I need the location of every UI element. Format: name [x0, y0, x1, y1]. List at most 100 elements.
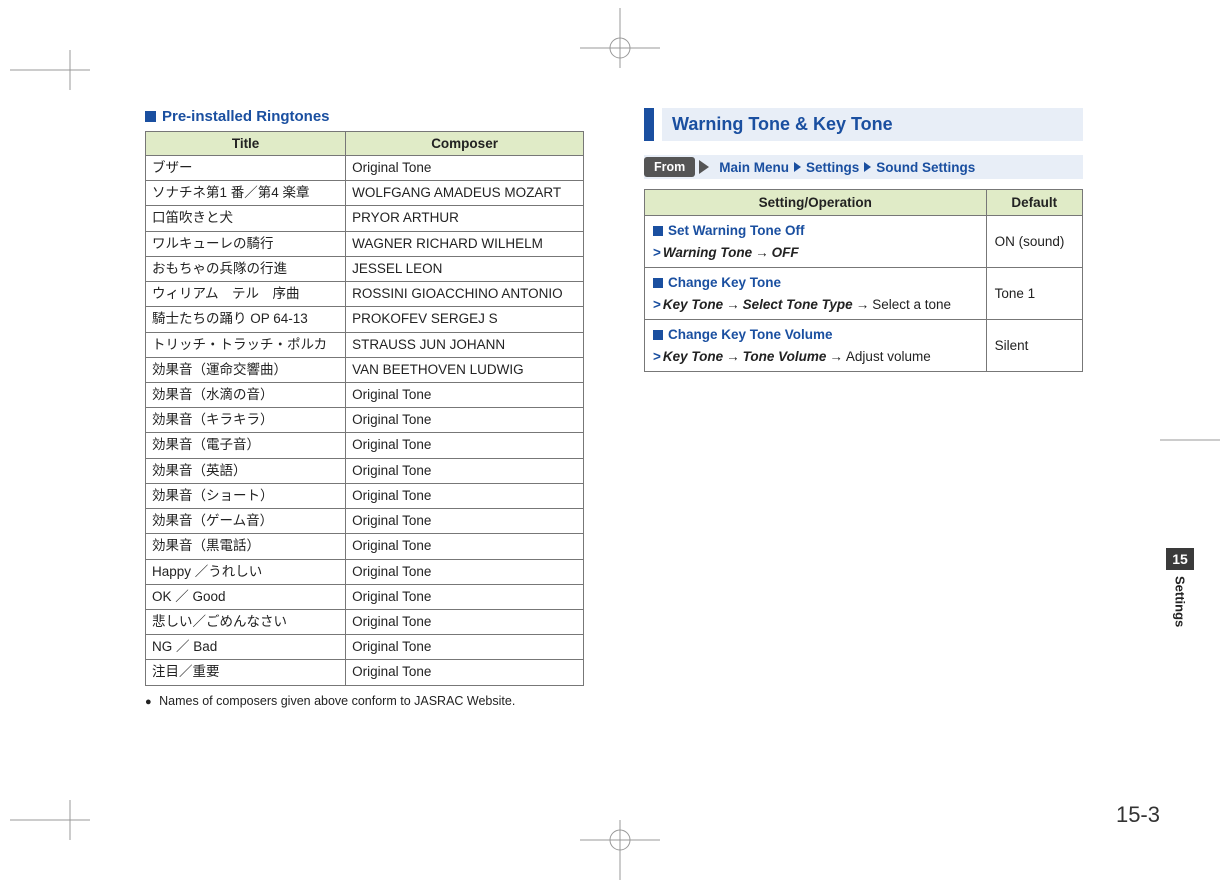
composer-note: ● Names of composers given above conform…	[145, 694, 584, 708]
setting-operation-cell: Change Key Tone Volume>Key Tone→Tone Vol…	[645, 320, 987, 372]
ringtone-composer: Original Tone	[346, 483, 584, 508]
triangle-right-icon	[699, 160, 709, 174]
from-badge: From	[644, 157, 695, 177]
table-row: NG ／ BadOriginal Tone	[146, 635, 584, 660]
ringtone-title: 効果音（水滴の音）	[146, 382, 346, 407]
ringtone-composer: ROSSINI GIOACCHINO ANTONIO	[346, 282, 584, 307]
ringtone-composer: JESSEL LEON	[346, 256, 584, 281]
ringtone-title: OK ／ Good	[146, 584, 346, 609]
ringtone-composer: Original Tone	[346, 458, 584, 483]
arrow-right-icon: →	[829, 349, 843, 364]
table-row: 口笛吹きと犬PRYOR ARTHUR	[146, 206, 584, 231]
table-row: 騎士たちの踊り OP 64-13PROKOFEV SERGEJ S	[146, 307, 584, 332]
square-bullet-icon	[145, 111, 156, 122]
bullet-icon: ●	[145, 696, 152, 708]
ringtone-composer: Original Tone	[346, 609, 584, 634]
ringtone-title: ワルキューレの騎行	[146, 231, 346, 256]
arrow-right-icon: →	[726, 297, 740, 312]
ringtones-table: Title Composer ブザーOriginal Toneソナチネ第1 番／…	[145, 131, 584, 686]
triangle-sep-icon	[794, 162, 801, 172]
table-row: ブザーOriginal Tone	[146, 156, 584, 181]
arrow-right-icon: →	[856, 297, 870, 312]
table-row: ウィリアム テル 序曲ROSSINI GIOACCHINO ANTONIO	[146, 282, 584, 307]
path-tail: Adjust volume	[846, 349, 931, 364]
ringtone-title: ブザー	[146, 156, 346, 181]
ringtone-composer: PRYOR ARTHUR	[346, 206, 584, 231]
ringtone-composer: Original Tone	[346, 509, 584, 534]
ringtone-composer: Original Tone	[346, 584, 584, 609]
table-row: 効果音（運命交響曲）VAN BEETHOVEN LUDWIG	[146, 357, 584, 382]
ringtone-composer: Original Tone	[346, 433, 584, 458]
ringtone-composer: WAGNER RICHARD WILHELM	[346, 231, 584, 256]
table-row: 効果音（キラキラ）Original Tone	[146, 408, 584, 433]
table-row: 効果音（ゲーム音）Original Tone	[146, 509, 584, 534]
arrow-right-icon: →	[755, 245, 769, 260]
table-row: 注目／重要Original Tone	[146, 660, 584, 685]
table-row: Happy ／うれしいOriginal Tone	[146, 559, 584, 584]
chapter-label: Settings	[1173, 570, 1188, 633]
setting-operation-cell: Set Warning Tone Off>Warning Tone→OFF	[645, 216, 987, 268]
default-value: Silent	[986, 320, 1082, 372]
table-row: 効果音（ショート）Original Tone	[146, 483, 584, 508]
table-row: 効果音（英語）Original Tone	[146, 458, 584, 483]
operation-path: >Key Tone→Tone Volume→Adjust volume	[653, 347, 978, 367]
ringtone-title: 効果音（ゲーム音）	[146, 509, 346, 534]
ringtone-title: 効果音（運命交響曲）	[146, 357, 346, 382]
ringtone-composer: Original Tone	[346, 534, 584, 559]
operation-heading-text: Change Key Tone Volume	[668, 325, 833, 345]
crumb-settings: Settings	[806, 160, 859, 175]
operation-heading: Change Key Tone	[653, 273, 978, 293]
ringtone-title: NG ／ Bad	[146, 635, 346, 660]
composer-note-text: Names of composers given above conform t…	[159, 694, 515, 708]
ringtone-composer: Original Tone	[346, 635, 584, 660]
ringtone-composer: Original Tone	[346, 660, 584, 685]
table-row: 効果音（黒電話）Original Tone	[146, 534, 584, 559]
square-bullet-icon	[653, 226, 663, 236]
chevron-right-icon: >	[653, 297, 661, 312]
table-row: Set Warning Tone Off>Warning Tone→OFFON …	[645, 216, 1083, 268]
chapter-number: 15	[1166, 548, 1194, 570]
breadcrumb-line: From Main Menu Settings Sound Settings	[644, 155, 1083, 179]
ringtone-title: ウィリアム テル 序曲	[146, 282, 346, 307]
default-value: Tone 1	[986, 268, 1082, 320]
chapter-tab: 15 Settings	[1166, 548, 1194, 633]
table-row: ワルキューレの騎行WAGNER RICHARD WILHELM	[146, 231, 584, 256]
ringtone-title: 効果音（電子音）	[146, 433, 346, 458]
path-segment: Tone Volume	[743, 349, 827, 364]
path-segment: OFF	[772, 245, 799, 260]
square-bullet-icon	[653, 278, 663, 288]
path-segment: Warning Tone	[663, 245, 752, 260]
section-title-text: Warning Tone & Key Tone	[662, 108, 1083, 141]
operation-heading-text: Set Warning Tone Off	[668, 221, 805, 241]
ringtone-title: トリッチ・トラッチ・ポルカ	[146, 332, 346, 357]
ringtone-composer: Original Tone	[346, 408, 584, 433]
ringtone-composer: VAN BEETHOVEN LUDWIG	[346, 357, 584, 382]
crumb-main-menu: Main Menu	[719, 160, 789, 175]
arrow-right-icon: →	[726, 349, 740, 364]
table-row: OK ／ GoodOriginal Tone	[146, 584, 584, 609]
settings-table: Setting/Operation Default Set Warning To…	[644, 189, 1083, 372]
ringtone-title: 口笛吹きと犬	[146, 206, 346, 231]
ringtone-title: 効果音（英語）	[146, 458, 346, 483]
crumb-sound-settings: Sound Settings	[876, 160, 975, 175]
table-row: 効果音（電子音）Original Tone	[146, 433, 584, 458]
ringtone-title: 効果音（ショート）	[146, 483, 346, 508]
setting-operation-cell: Change Key Tone>Key Tone→Select Tone Typ…	[645, 268, 987, 320]
ringtone-title: Happy ／うれしい	[146, 559, 346, 584]
triangle-sep-icon	[864, 162, 871, 172]
ringtone-composer: PROKOFEV SERGEJ S	[346, 307, 584, 332]
left-column: Pre-installed Ringtones Title Composer ブ…	[145, 108, 584, 778]
table-row: Change Key Tone>Key Tone→Select Tone Typ…	[645, 268, 1083, 320]
page-number: 15-3	[1116, 802, 1160, 828]
chevron-right-icon: >	[653, 349, 661, 364]
table-row: ソナチネ第1 番／第4 楽章WOLFGANG AMADEUS MOZART	[146, 181, 584, 206]
ringtone-title: 効果音（黒電話）	[146, 534, 346, 559]
ringtone-composer: Original Tone	[346, 156, 584, 181]
col-composer: Composer	[346, 132, 584, 156]
default-value: ON (sound)	[986, 216, 1082, 268]
right-column: Warning Tone & Key Tone From Main Menu S…	[644, 108, 1083, 778]
operation-heading: Set Warning Tone Off	[653, 221, 978, 241]
table-row: おもちゃの兵隊の行進JESSEL LEON	[146, 256, 584, 281]
ringtone-composer: Original Tone	[346, 382, 584, 407]
ringtone-title: ソナチネ第1 番／第4 楽章	[146, 181, 346, 206]
